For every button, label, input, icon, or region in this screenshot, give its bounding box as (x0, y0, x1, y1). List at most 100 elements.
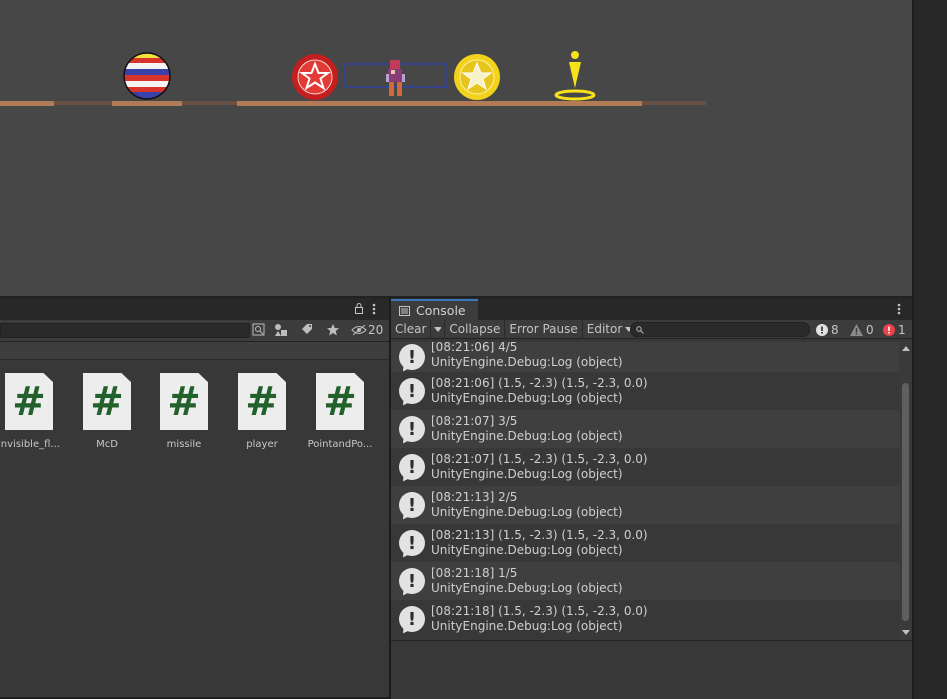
csharp-script-icon: # (160, 373, 208, 430)
project-tabbar (0, 298, 390, 320)
console-search-input[interactable] (630, 322, 810, 337)
error-count: 1 (898, 322, 906, 337)
collapse-toggle[interactable]: Collapse (445, 319, 506, 339)
asset-label: PointandPo... (307, 439, 373, 450)
log-message: [08:21:06] (1.5, -2.3) (1.5, -2.3, 0.0) (431, 376, 648, 390)
log-stacktrace: UnityEngine.Debug:Log (object) (431, 467, 623, 481)
log-message: [08:21:07] (1.5, -2.3) (1.5, -2.3, 0.0) (431, 452, 648, 466)
asset-label: McD (96, 439, 118, 450)
asset-script-item[interactable]: # invisible_fl... (0, 373, 64, 450)
log-message: [08:21:13] 2/5 (431, 490, 518, 504)
scene-sprites (120, 50, 596, 102)
console-panel: Console Clear Collapse Error Pause Edito… (391, 296, 912, 699)
scroll-up-icon[interactable] (902, 346, 910, 351)
search-icon (636, 326, 644, 334)
console-icon (399, 305, 410, 316)
right-side-strip (912, 296, 947, 699)
asset-label: missile (166, 439, 202, 450)
log-entry[interactable]: ! [08:21:06] (1.5, -2.3) (1.5, -2.3, 0.0… (391, 372, 899, 410)
log-entry[interactable]: ! [08:21:18] 1/5 UnityEngine.Debug:Log (… (391, 562, 899, 600)
log-entry[interactable]: ! [08:21:06] 4/5 UnityEngine.Debug:Log (… (391, 342, 899, 372)
warning-count: 0 (866, 322, 874, 337)
error-icon (883, 323, 895, 336)
project-search-input[interactable] (0, 323, 250, 338)
error-pause-toggle[interactable]: Error Pause (505, 319, 583, 339)
info-count: 8 (831, 322, 839, 337)
log-stacktrace: UnityEngine.Debug:Log (object) (431, 581, 623, 595)
scroll-thumb[interactable] (902, 383, 909, 621)
log-stacktrace: UnityEngine.Debug:Log (object) (431, 391, 623, 405)
log-info-icon: ! (399, 606, 425, 632)
log-info-icon: ! (399, 378, 425, 404)
scene-view[interactable] (0, 0, 912, 296)
warning-icon (850, 323, 863, 336)
log-entry[interactable]: ! [08:21:13] (1.5, -2.3) (1.5, -2.3, 0.0… (391, 524, 899, 562)
asset-script-item[interactable]: # McD (72, 373, 142, 450)
console-tab-label: Console (416, 303, 466, 318)
console-log-list[interactable]: ! [08:21:06] 4/5 UnityEngine.Debug:Log (… (391, 342, 899, 639)
log-stacktrace: UnityEngine.Debug:Log (object) (431, 543, 623, 557)
player-character-icon[interactable] (344, 60, 448, 96)
red-star-coin-icon[interactable] (292, 54, 338, 100)
goal-marker-icon[interactable] (554, 51, 596, 101)
clear-label: Clear (395, 322, 427, 336)
log-info-icon: ! (399, 344, 425, 370)
csharp-script-icon: # (5, 373, 53, 430)
filter-by-label-icon[interactable] (300, 323, 314, 337)
panel-menu-icon[interactable] (372, 303, 376, 315)
gold-star-coin-icon[interactable] (454, 54, 500, 100)
striped-ball-icon[interactable] (120, 50, 174, 102)
csharp-script-icon: # (238, 373, 286, 430)
scene-side-strip (912, 0, 947, 296)
clear-button[interactable]: Clear (391, 319, 432, 339)
log-message: [08:21:18] (1.5, -2.3) (1.5, -2.3, 0.0) (431, 604, 648, 618)
project-panel: 20 (0, 296, 390, 699)
csharp-script-icon: # (83, 373, 131, 430)
editor-label: Editor (586, 322, 623, 336)
info-icon (816, 323, 828, 336)
hidden-eye-icon[interactable] (351, 324, 367, 336)
project-toolbar: 20 (0, 320, 390, 342)
log-info-icon: ! (399, 492, 425, 518)
log-info-icon: ! (399, 568, 425, 594)
chevron-down-icon (434, 326, 442, 332)
search-by-type-icon[interactable] (252, 323, 266, 337)
lock-icon[interactable] (354, 303, 364, 314)
log-entry[interactable]: ! [08:21:07] 3/5 UnityEngine.Debug:Log (… (391, 410, 899, 448)
log-scrollbar[interactable] (899, 342, 912, 639)
console-toolbar: Clear Collapse Error Pause Editor 8 0 1 (391, 319, 912, 339)
asset-label: player (246, 439, 278, 450)
log-message: [08:21:06] 4/5 (431, 342, 518, 354)
log-message: [08:21:18] 1/5 (431, 566, 518, 580)
asset-script-item[interactable]: # player (227, 373, 297, 450)
log-detail-area[interactable] (391, 640, 912, 699)
log-message: [08:21:13] (1.5, -2.3) (1.5, -2.3, 0.0) (431, 528, 648, 542)
warning-count-toggle[interactable]: 0 (850, 320, 874, 339)
breadcrumb (0, 342, 390, 360)
log-stacktrace: UnityEngine.Debug:Log (object) (431, 619, 623, 633)
tab-console[interactable]: Console (391, 299, 478, 320)
console-menu-icon[interactable] (897, 303, 901, 315)
log-stacktrace: UnityEngine.Debug:Log (object) (431, 505, 623, 519)
log-stacktrace: UnityEngine.Debug:Log (object) (431, 355, 623, 369)
asset-script-item[interactable]: # missile (149, 373, 219, 450)
asset-script-item[interactable]: # PointandPo... (305, 373, 375, 450)
hidden-count: 20 (368, 323, 384, 337)
error-count-toggle[interactable]: 1 (883, 320, 906, 339)
collapse-label: Collapse (449, 322, 501, 336)
log-stacktrace: UnityEngine.Debug:Log (object) (431, 429, 623, 443)
log-info-icon: ! (399, 530, 425, 556)
favorite-star-icon[interactable] (326, 323, 340, 337)
log-message: [08:21:07] 3/5 (431, 414, 518, 428)
log-info-icon: ! (399, 454, 425, 480)
csharp-script-icon: # (316, 373, 364, 430)
log-info-icon: ! (399, 416, 425, 442)
log-entry[interactable]: ! [08:21:07] (1.5, -2.3) (1.5, -2.3, 0.0… (391, 448, 899, 486)
log-entry[interactable]: ! [08:21:13] 2/5 UnityEngine.Debug:Log (… (391, 486, 899, 524)
log-entry[interactable]: ! [08:21:18] (1.5, -2.3) (1.5, -2.3, 0.0… (391, 600, 899, 638)
clear-options-dropdown[interactable] (431, 319, 446, 339)
error-pause-label: Error Pause (509, 322, 578, 336)
filter-by-type-icon[interactable] (274, 323, 288, 337)
scroll-down-icon[interactable] (902, 630, 910, 635)
info-count-toggle[interactable]: 8 (816, 320, 839, 339)
